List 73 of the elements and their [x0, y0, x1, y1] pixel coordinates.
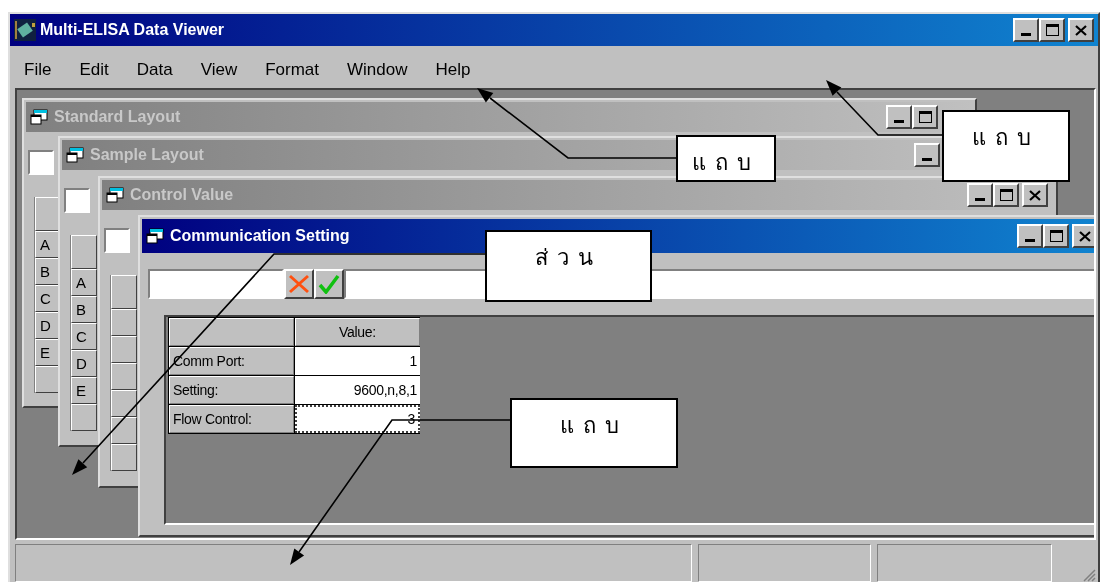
cancel-button[interactable] [284, 269, 314, 299]
window-icon [146, 228, 164, 244]
row-header [111, 390, 137, 417]
menu-item[interactable]: View [200, 59, 238, 80]
callout-label: แถบ [942, 110, 1070, 182]
header-cell [111, 275, 137, 309]
maximize-button[interactable] [1039, 18, 1065, 42]
input-field[interactable] [104, 228, 130, 253]
minimize-icon [1025, 239, 1035, 242]
resize-grip-icon [1082, 568, 1096, 582]
maximize-icon [1045, 24, 1059, 36]
x-icon [288, 274, 310, 294]
confirm-button[interactable] [314, 269, 344, 299]
row-header [111, 309, 137, 336]
minimize-button[interactable] [967, 183, 993, 207]
close-button[interactable] [1068, 18, 1094, 42]
close-icon [1029, 189, 1041, 201]
minimize-button[interactable] [1017, 224, 1043, 248]
window-title: Standard Layout [54, 108, 181, 126]
maximize-icon [1049, 230, 1063, 242]
input-field[interactable] [148, 269, 284, 299]
table-cell[interactable]: 1 [295, 347, 420, 375]
close-icon [1079, 230, 1091, 242]
close-button[interactable] [1022, 183, 1048, 207]
window-icon [66, 147, 84, 163]
window-icon [106, 187, 124, 203]
row-header [111, 417, 137, 444]
maximize-icon [999, 189, 1013, 201]
column-header: Value: [295, 318, 420, 346]
row-header: E [71, 377, 97, 404]
maximize-button[interactable] [993, 183, 1019, 207]
input-field[interactable] [28, 150, 54, 175]
callout-label: แถบ [676, 135, 776, 182]
minimize-button[interactable] [914, 143, 940, 167]
close-button[interactable] [1072, 224, 1094, 248]
minimize-icon [922, 158, 932, 161]
menu-item[interactable]: Window [347, 59, 408, 80]
window-title: Multi-ELISA Data Viewer [40, 21, 226, 39]
maximize-button[interactable] [1043, 224, 1069, 248]
row-header: Setting: [169, 376, 294, 404]
minimize-button[interactable] [886, 105, 912, 129]
row-header [111, 363, 137, 390]
minimize-icon [894, 120, 904, 123]
row-header [111, 444, 137, 471]
row-header: C [71, 323, 97, 350]
app-icon [14, 19, 36, 41]
menu-item[interactable]: Help [435, 59, 471, 80]
maximize-icon [918, 111, 932, 123]
row-header: A [71, 269, 97, 296]
row-header: Flow Control: [169, 405, 294, 433]
maximize-button[interactable] [912, 105, 938, 129]
callout-label: ส่วน [485, 230, 652, 302]
menu-item[interactable]: Data [136, 59, 173, 80]
window-icon [30, 109, 48, 125]
input-field[interactable] [64, 188, 90, 213]
minimize-icon [1021, 33, 1031, 36]
header-cell [71, 235, 97, 269]
menu-item[interactable]: File [24, 59, 52, 80]
minimize-button[interactable] [1013, 18, 1039, 42]
window-title: Sample Layout [90, 146, 204, 164]
window-title: Communication Setting [170, 227, 350, 245]
close-icon [1075, 24, 1087, 36]
menu-item[interactable]: Format [265, 59, 319, 80]
minimize-icon [975, 198, 985, 201]
row-header: B [71, 296, 97, 323]
row-header [111, 336, 137, 363]
table-cell[interactable]: 9600,n,8,1 [295, 376, 420, 404]
callout-label: แถบ [510, 398, 678, 468]
row-header: D [71, 350, 97, 377]
menu-item[interactable]: Edit [79, 59, 109, 80]
row-header [71, 404, 97, 431]
window-title: Control Value [130, 186, 234, 204]
check-icon [318, 274, 340, 294]
